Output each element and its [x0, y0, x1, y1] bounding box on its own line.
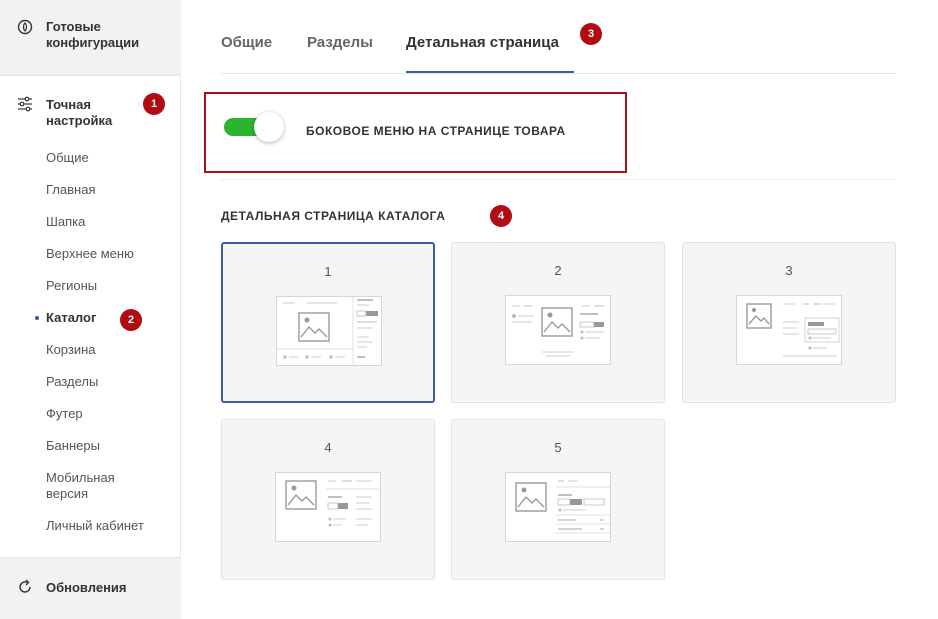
ready-configs-block[interactable]: Готовые конфигурации — [0, 0, 181, 76]
updates-label: Обновления — [46, 580, 127, 595]
section-title: ДЕТАЛЬНАЯ СТРАНИЦА КАТАЛОГА — [221, 209, 446, 223]
layout-preview-image — [512, 305, 604, 357]
card-number: 4 — [324, 440, 332, 455]
layout-thumbnail — [505, 295, 611, 365]
card-number: 1 — [324, 264, 332, 279]
sidebar-item-main[interactable]: Главная — [46, 182, 95, 198]
sidebar-item-mobile[interactable]: Мобильная версия — [46, 470, 136, 502]
side-menu-setting: БОКОВОЕ МЕНЮ НА СТРАНИЦЕ ТОВАРА — [204, 92, 627, 173]
sidebar-item-top-menu[interactable]: Верхнее меню — [46, 246, 134, 262]
layout-thumbnail — [276, 296, 382, 366]
side-menu-toggle-label: БОКОВОЕ МЕНЮ НА СТРАНИЦЕ ТОВАРА — [306, 124, 566, 138]
sidebar-item-footer[interactable]: Футер — [46, 406, 83, 422]
layout-thumbnail — [275, 472, 381, 542]
ready-configs-label: Готовые конфигурации — [46, 19, 140, 50]
active-dot — [35, 316, 39, 320]
layout-preview-image — [515, 480, 610, 534]
layout-preview-image — [277, 297, 378, 365]
sidebar-item-general[interactable]: Общие — [46, 150, 89, 166]
badge-1: 1 — [143, 93, 165, 115]
layout-card-5[interactable]: 5 — [451, 419, 665, 580]
sidebar-item-account[interactable]: Личный кабинет — [46, 518, 144, 534]
side-menu-toggle[interactable] — [224, 112, 284, 142]
palette-icon — [17, 19, 33, 35]
layout-card-3[interactable]: 3 — [682, 242, 896, 403]
active-tab-underline — [406, 71, 574, 73]
layout-card-4[interactable]: 4 — [221, 419, 435, 580]
sliders-icon — [18, 96, 32, 112]
refresh-icon — [19, 579, 31, 593]
layout-preview-image — [746, 303, 840, 357]
layout-thumbnail — [505, 472, 611, 542]
tab-detail-page[interactable]: Детальная страница — [406, 34, 559, 52]
sidebar-item-regions[interactable]: Регионы — [46, 278, 97, 294]
layout-thumbnail — [736, 295, 842, 365]
tab-sections[interactable]: Разделы — [307, 34, 373, 52]
tab-general[interactable]: Общие — [221, 34, 272, 52]
sidebar-item-header[interactable]: Шапка — [46, 214, 85, 230]
layout-preview-image — [285, 480, 380, 527]
divider — [221, 179, 896, 180]
sidebar-item-catalog[interactable]: Каталог — [46, 310, 96, 326]
sidebar-item-sections[interactable]: Разделы — [46, 374, 98, 390]
card-number: 3 — [785, 263, 793, 278]
fine-tune-label[interactable]: Точная настройка — [46, 97, 141, 129]
card-number: 5 — [554, 440, 562, 455]
layout-card-2[interactable]: 2 — [451, 242, 665, 403]
updates-block[interactable]: Обновления — [0, 557, 181, 619]
toggle-knob — [254, 112, 284, 142]
card-number: 2 — [554, 263, 562, 278]
layout-card-1[interactable]: 1 — [221, 242, 435, 403]
tab-bar: Общие Разделы Детальная страница — [221, 0, 896, 74]
badge-4: 4 — [490, 205, 512, 227]
badge-2: 2 — [120, 309, 142, 331]
sidebar-item-banners[interactable]: Баннеры — [46, 438, 100, 454]
sidebar-item-cart[interactable]: Корзина — [46, 342, 96, 358]
